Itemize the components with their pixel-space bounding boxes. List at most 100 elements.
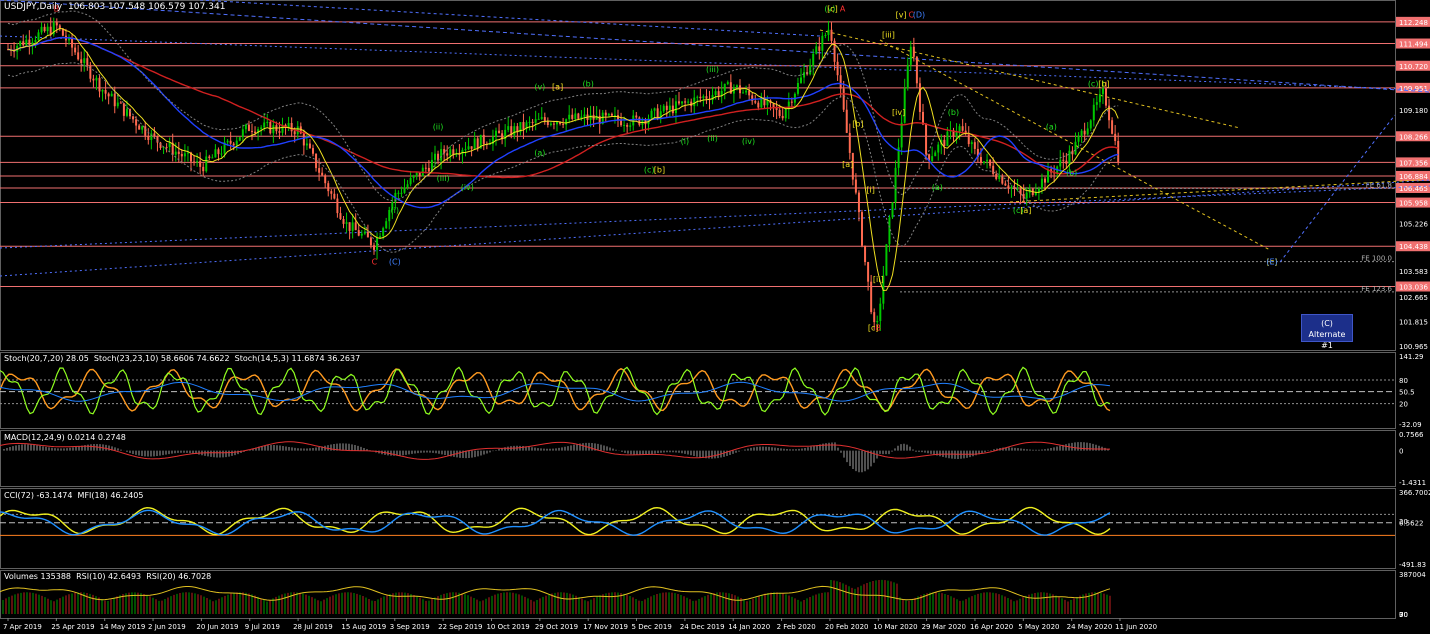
candle-body <box>385 221 388 229</box>
trend-line <box>0 185 1430 249</box>
candle-body <box>653 108 656 111</box>
candle-body <box>446 153 449 156</box>
candle-body <box>83 58 86 64</box>
candle-body <box>406 184 409 188</box>
candle-body <box>229 140 232 144</box>
candle-body <box>900 122 903 148</box>
candle-body <box>1114 133 1117 141</box>
candle-body <box>891 202 894 218</box>
candle-body <box>95 77 98 81</box>
wave-label: B <box>876 324 882 333</box>
wave-label: [v] <box>896 10 907 19</box>
candle-body <box>220 153 223 155</box>
candle-body <box>925 124 928 155</box>
candle-body <box>638 117 641 125</box>
candle-body <box>842 88 845 110</box>
candle-body <box>620 120 623 126</box>
date-label: 28 Jul 2019 <box>293 623 333 631</box>
candle-body <box>104 90 107 94</box>
wave-label: (D) <box>913 10 925 19</box>
wave-label: (iv) <box>461 183 474 192</box>
wave-label: (b) <box>948 108 959 117</box>
candle-body <box>574 113 577 119</box>
candle-body <box>260 127 263 130</box>
candle-body <box>214 149 217 158</box>
wave-label: (c) <box>1088 79 1099 88</box>
candle-body <box>766 100 769 106</box>
date-label: 29 Oct 2019 <box>535 623 578 631</box>
wave-label: (v) <box>534 82 545 91</box>
candle-body <box>699 96 702 99</box>
candle-body <box>333 193 336 199</box>
candle-body <box>202 166 205 172</box>
candle-body <box>571 114 574 119</box>
wave-label: (iv) <box>742 137 755 146</box>
candle-body <box>351 222 354 231</box>
candle-body <box>193 161 196 163</box>
candle-body <box>662 105 665 112</box>
price-tick: 109.951 <box>1399 85 1428 93</box>
candle-body <box>702 96 705 99</box>
candle-body <box>153 133 156 137</box>
wave-label: [a] <box>552 82 563 91</box>
candle-body <box>549 123 552 125</box>
candle-body <box>946 131 949 146</box>
date-label: 16 Apr 2020 <box>970 623 1013 631</box>
candle-body <box>1111 120 1114 134</box>
candle-body <box>113 93 116 107</box>
candle-body <box>540 117 543 119</box>
macd-label: MACD(12,24,9) 0.0214 0.2748 <box>4 433 126 442</box>
wave-label: A <box>840 5 846 14</box>
candle-body <box>531 121 534 123</box>
sub-tick: 141.29 <box>1399 353 1424 361</box>
candle-body <box>247 124 250 131</box>
candle-body <box>623 124 626 126</box>
candle-body <box>815 46 818 54</box>
candle-body <box>150 133 153 140</box>
date-label: 20 Jun 2019 <box>196 623 238 631</box>
candle-body <box>1117 140 1120 163</box>
candle-body <box>931 156 934 161</box>
candle-body <box>632 115 635 126</box>
candle-body <box>1068 150 1071 164</box>
candle-body <box>757 102 760 108</box>
candle-body <box>89 65 92 79</box>
candle-body <box>610 113 613 116</box>
candle-body <box>604 112 607 116</box>
candle-body <box>717 91 720 96</box>
candle-body <box>818 46 821 51</box>
candle-body <box>726 82 729 84</box>
candle-body <box>272 125 275 134</box>
candle-body <box>998 175 1001 179</box>
candle-body <box>534 119 537 123</box>
candle-body <box>397 192 400 194</box>
candle-body <box>244 124 247 130</box>
candle-body <box>138 125 141 130</box>
candle-body <box>22 41 25 46</box>
price-tick: 110.720 <box>1399 63 1428 71</box>
candle-body <box>409 177 412 185</box>
candle-body <box>360 233 363 236</box>
wave-label: [b] <box>1098 79 1109 88</box>
candle-body <box>723 83 726 91</box>
volume-label: Volumes 135388 RSI(10) 42.6493 RSI(20) 4… <box>4 572 212 581</box>
candle-body <box>254 131 257 134</box>
wave-label: (i) <box>391 206 399 215</box>
trend-line <box>0 179 1430 277</box>
candle-body <box>235 140 238 146</box>
candle-body <box>937 144 940 153</box>
wave-label: (a) <box>932 183 943 192</box>
candle-body <box>43 26 46 32</box>
candle-body <box>373 245 375 250</box>
candle-body <box>983 161 985 163</box>
candle-body <box>909 46 912 65</box>
candle-body <box>1025 192 1028 199</box>
candle-body <box>1040 178 1043 189</box>
candle-body <box>894 167 897 203</box>
wave-label: (a) <box>534 148 545 157</box>
candle-body <box>363 231 366 234</box>
candle-body <box>403 187 406 193</box>
candle-body <box>693 97 696 107</box>
candle-body <box>1089 120 1092 129</box>
candle-body <box>809 65 812 75</box>
